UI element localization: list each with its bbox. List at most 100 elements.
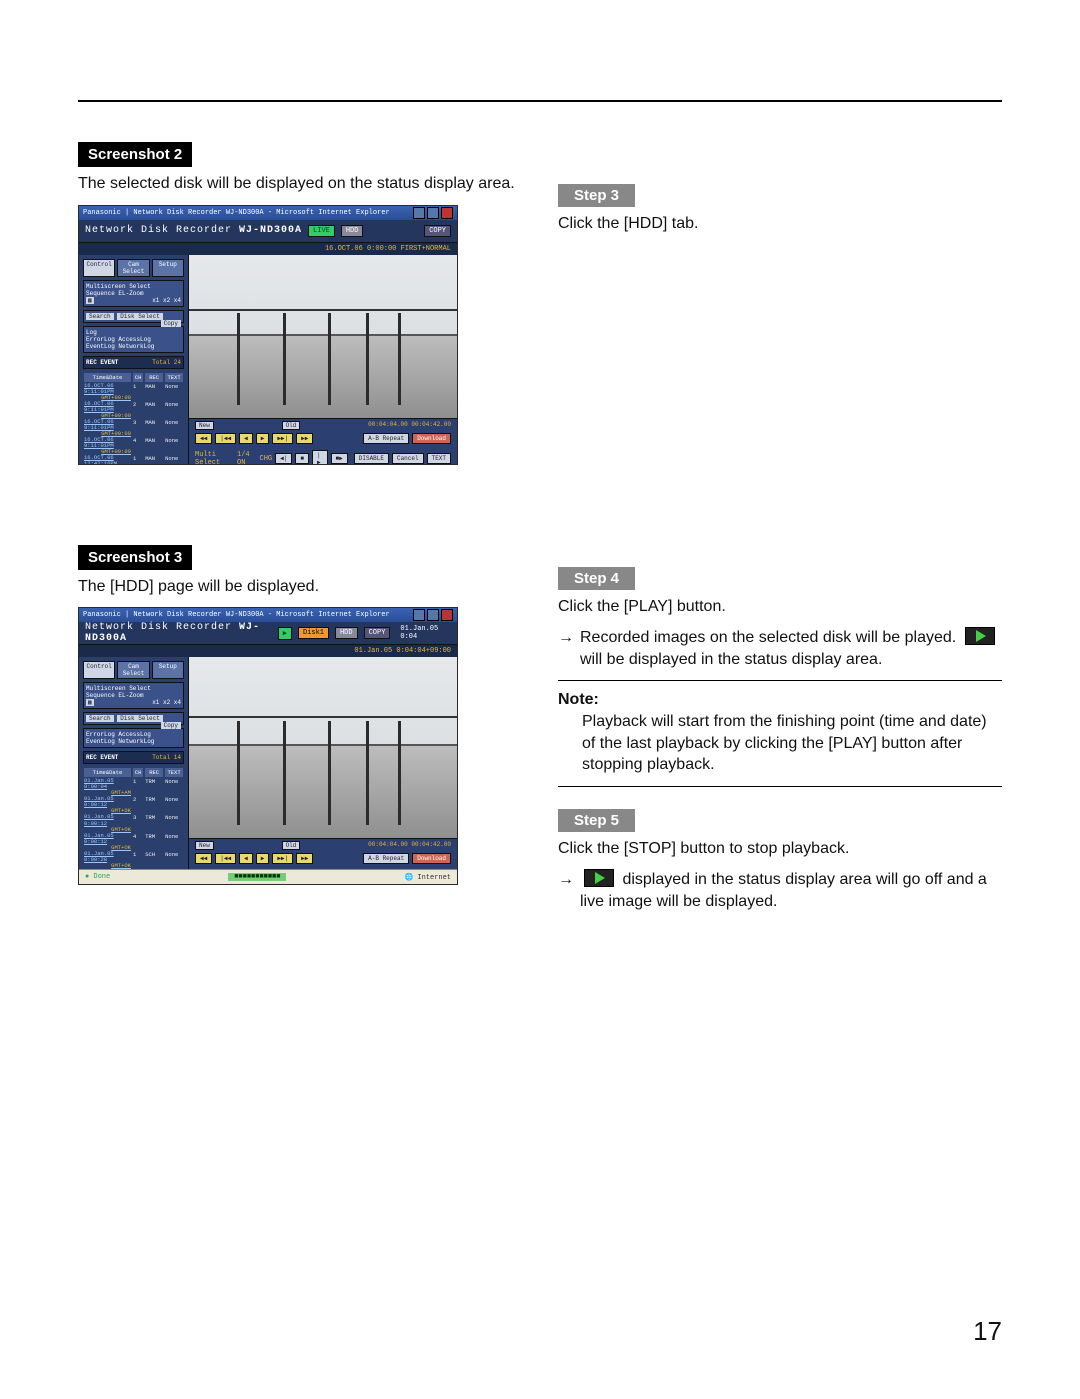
next-button[interactable]: ▶▶| xyxy=(272,853,293,864)
document-page: Screenshot 2 The selected disk will be d… xyxy=(0,0,1080,1399)
rew-button[interactable]: ◀◀ xyxy=(195,853,212,864)
note-block: Note: Playback will start from the finis… xyxy=(558,680,1002,786)
model-label: Network Disk Recorder WJ-ND300A xyxy=(85,225,302,236)
multiscreen-group-b: Multiscreen Select Sequence EL-Zoom ▦ x1… xyxy=(83,682,184,709)
disk-select-button[interactable]: Disk Select xyxy=(117,313,163,320)
event-row[interactable]: 16.OCT.06 9:11:01PMGMT+09:001MANNone xyxy=(83,383,184,401)
zoom-buttons[interactable]: x1 x2 x4 xyxy=(152,699,181,706)
page-number: 17 xyxy=(973,1316,1002,1347)
prev-button[interactable]: |◀◀ xyxy=(215,853,236,864)
ab-repeat-button[interactable]: A-B Repeat xyxy=(363,433,409,444)
search-button[interactable]: Search xyxy=(86,715,114,722)
event-row[interactable]: 16.OCT.06 9:11:01PMGMT+09:003MANNone xyxy=(83,419,184,437)
new-button[interactable]: New xyxy=(195,421,214,430)
play-state-icon: ▶ xyxy=(278,627,292,640)
row2-label1: Multi Select xyxy=(195,451,234,465)
screenshot3-caption: The [HDD] page will be displayed. xyxy=(78,576,522,598)
tab-control[interactable]: Control xyxy=(83,661,115,679)
close-icon[interactable] xyxy=(441,609,453,621)
app-screenshot-2: Panasonic | Network Disk Recorder WJ-ND3… xyxy=(78,205,458,465)
multiscreen-icon[interactable]: ▦ xyxy=(86,699,94,706)
tab-setup[interactable]: Setup xyxy=(152,661,184,679)
rec-event-header-b: REC EVENT Total 14 xyxy=(83,751,184,764)
cancel-button[interactable]: Cancel xyxy=(392,453,424,464)
tab-cam-select[interactable]: Cam Select xyxy=(117,661,149,679)
old-button[interactable]: Old xyxy=(282,841,301,850)
panel-tabs: Control Cam Select Setup xyxy=(83,259,184,277)
row2-label2: 1/4 ON xyxy=(237,451,257,465)
new-button[interactable]: New xyxy=(195,841,214,850)
ab-repeat-button[interactable]: A-B Repeat xyxy=(363,853,409,864)
rew-button[interactable]: ◀◀ xyxy=(195,433,212,444)
back-button[interactable]: ◀ xyxy=(239,433,253,444)
copy-button[interactable]: Copy xyxy=(161,722,181,729)
copy-indicator-b: COPY xyxy=(364,627,391,639)
note-title: Note: xyxy=(558,689,1002,711)
panel-tabs-b: Control Cam Select Setup xyxy=(83,661,184,679)
screenshot-label-3: Screenshot 3 xyxy=(78,545,192,570)
event-row[interactable]: 01.Jan.05 0:00:04GMT+AM1TRMNone xyxy=(83,778,184,796)
log-group-b: ErrorLog AccessLog EventLog NetworkLog xyxy=(83,728,184,748)
left-panel: Control Cam Select Setup Multiscreen Sel… xyxy=(79,255,189,465)
screenshot-label: Screenshot 2 xyxy=(78,142,192,167)
search-button[interactable]: Search xyxy=(86,313,114,320)
maximize-icon[interactable] xyxy=(427,609,439,621)
play-indicator-icon xyxy=(584,869,614,887)
step-back-button[interactable]: ◀| xyxy=(275,453,292,464)
row2-label3: CHG xyxy=(260,455,273,463)
play-button[interactable]: ▶ xyxy=(256,433,270,444)
tab-control[interactable]: Control xyxy=(83,259,115,277)
search-group-b: Search Disk Select Copy xyxy=(83,712,184,725)
disable-button[interactable]: DISABLE xyxy=(354,453,389,464)
app-header: Network Disk Recorder WJ-ND300A LIVE HDD… xyxy=(79,220,457,243)
minimize-icon[interactable] xyxy=(413,207,425,219)
hdd-indicator: HDD xyxy=(341,225,364,237)
app-header-b: Network Disk Recorder WJ-ND300A ▶ Disk1 … xyxy=(79,622,457,645)
download-button[interactable]: Download xyxy=(412,433,451,444)
close-icon[interactable] xyxy=(441,207,453,219)
event-row[interactable]: 01.Jan.05 0:00:12GMT+OK4TRMNone xyxy=(83,833,184,851)
prev-button[interactable]: |◀◀ xyxy=(215,433,236,444)
tab-setup[interactable]: Setup xyxy=(152,259,184,277)
download-button[interactable]: Download xyxy=(412,853,451,864)
video-area: New Old 00:04:04.00 00:04:42.00 ◀◀ |◀◀ ◀… xyxy=(189,255,457,465)
step4-result-a: Recorded images on the selected disk wil… xyxy=(580,629,961,646)
rec-button[interactable]: ■▶ xyxy=(331,453,348,464)
tab-cam-select[interactable]: Cam Select xyxy=(117,259,149,277)
play-button[interactable]: ▶ xyxy=(256,853,270,864)
maximize-icon[interactable] xyxy=(427,207,439,219)
event-row[interactable]: 01.Jan.05 0:00:28GMT+OK1SCHNone xyxy=(83,851,184,869)
step-fwd-button[interactable]: |▶ xyxy=(312,450,328,465)
event-row[interactable]: 01.Jan.05 0:00:12GMT+OK2TRMNone xyxy=(83,796,184,814)
disk-select-button[interactable]: Disk Select xyxy=(117,715,163,722)
status-display: 16.OCT.06 0:00:00 FIRST+NORMAL xyxy=(79,243,457,255)
zoom-buttons[interactable]: x1 x2 x4 xyxy=(152,297,181,304)
event-row[interactable]: 01.Jan.05 0:00:12GMT+OK3TRMNone xyxy=(83,814,184,832)
back-button[interactable]: ◀ xyxy=(239,853,253,864)
window-buttons-b xyxy=(413,609,453,621)
text-button[interactable]: TEXT xyxy=(427,453,451,464)
step5-result-text: displayed in the status display area wil… xyxy=(580,871,987,910)
event-row[interactable]: 16.OCT.06 12:42:16PMGMT+09:001MANNone xyxy=(83,455,184,464)
minimize-icon[interactable] xyxy=(413,609,425,621)
browser-statusbar: ● Done ■■■■■■■■■■■ 🌐 Internet xyxy=(79,869,457,884)
app-screenshot-3: Panasonic | Network Disk Recorder WJ-ND3… xyxy=(78,607,458,885)
stop-button[interactable]: ■ xyxy=(295,453,309,464)
ff-button[interactable]: ▶▶ xyxy=(296,433,313,444)
event-row[interactable]: 16.OCT.06 9:11:01PMGMT+09:002MANNone xyxy=(83,401,184,419)
right-column-2: Step 4 Click the [PLAY] button. → Record… xyxy=(558,545,1002,923)
copy-button[interactable]: Copy xyxy=(161,320,181,327)
hdd-indicator-b: HDD xyxy=(335,627,358,639)
done-label: ● Done xyxy=(85,873,110,881)
search-group: Search Disk Select Copy xyxy=(83,310,184,323)
window-title: Panasonic | Network Disk Recorder WJ-ND3… xyxy=(83,209,390,217)
step5-result: → displayed in the status display area w… xyxy=(558,869,1002,912)
multiscreen-icon[interactable]: ▦ xyxy=(86,297,94,304)
next-button[interactable]: ▶▶| xyxy=(272,433,293,444)
old-button[interactable]: Old xyxy=(282,421,301,430)
left-column: Screenshot 2 The selected disk will be d… xyxy=(78,142,522,495)
progress-bar: ■■■■■■■■■■■ xyxy=(228,873,286,881)
event-row[interactable]: 16.OCT.06 9:11:01PMGMT+09:004MANNone xyxy=(83,437,184,455)
ff-button[interactable]: ▶▶ xyxy=(296,853,313,864)
step-label: Step 3 xyxy=(558,184,635,207)
